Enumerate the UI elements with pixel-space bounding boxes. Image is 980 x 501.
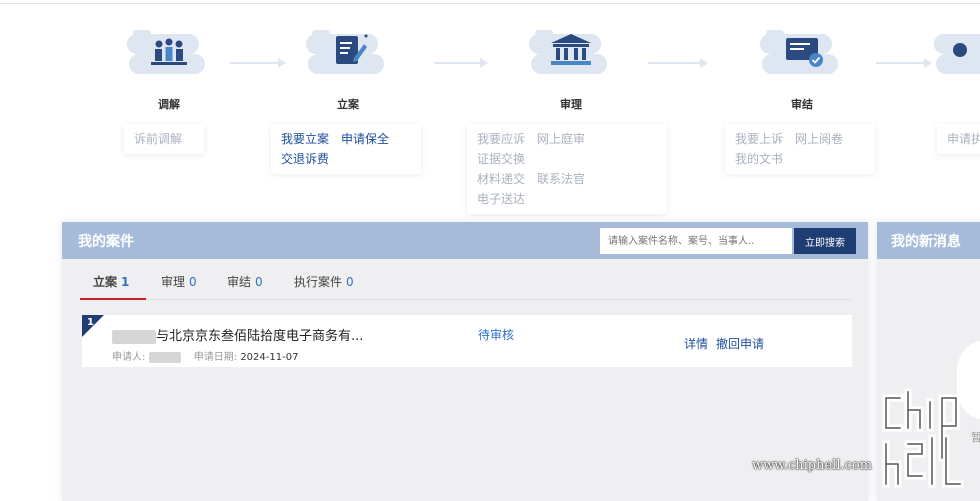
active-tab-indicator: [80, 298, 146, 300]
messages-title: 我的新消息: [891, 234, 961, 250]
step-mediation[interactable]: 调解: [114, 20, 224, 112]
step-label: 调解: [158, 98, 180, 111]
apply-preservation-link[interactable]: 申请保全: [341, 132, 389, 146]
contact-judge-link[interactable]: 联系法官: [537, 172, 585, 186]
case-index: 1: [87, 317, 94, 328]
evidence-exchange-link[interactable]: 证据交换: [477, 152, 525, 166]
case-detail-link[interactable]: 详情: [684, 337, 708, 351]
online-hearing-link[interactable]: 网上庭审: [537, 132, 585, 146]
appeal-link[interactable]: 我要上诉: [735, 132, 783, 146]
step-label: 审理: [560, 98, 582, 111]
submit-materials-link[interactable]: 材料递交: [477, 172, 525, 186]
withdraw-application-link[interactable]: 撤回申请: [716, 337, 764, 351]
filing-links: 我要立案 申请保全 交退诉费: [271, 124, 421, 174]
tab-closed[interactable]: 审结 0: [227, 273, 263, 290]
case-status: 待审核: [478, 328, 515, 342]
execution-links: 申请执: [937, 124, 980, 154]
messages-header: 我的新消息: [877, 222, 980, 259]
pre-suit-mediation-link[interactable]: 诉前调解: [134, 132, 182, 146]
execution-icon: [934, 34, 980, 74]
file-case-link[interactable]: 我要立案: [281, 132, 329, 146]
mediation-links: 诉前调解: [124, 124, 205, 154]
redacted-party: [112, 329, 156, 344]
case-meta: 申请人: 申请日期: 2024-11-07: [112, 351, 299, 363]
case-actions: 详情 撤回申请: [684, 335, 772, 352]
refund-fees-link[interactable]: 交退诉费: [281, 152, 329, 166]
respond-link[interactable]: 我要应诉: [477, 132, 525, 146]
watermark-url: www.chiphell.com: [752, 458, 873, 473]
step-closed[interactable]: 审结: [747, 20, 857, 112]
apply-execution-link[interactable]: 申请执: [947, 132, 980, 146]
case-title[interactable]: 与北京京东叁佰陆拾度电子商务有...: [112, 325, 363, 344]
my-cases-header: 我的案件 立即搜索: [62, 222, 868, 259]
tab-filing[interactable]: 立案 1: [93, 273, 129, 290]
redacted-applicant: [148, 351, 181, 363]
chiphell-watermark-logo: [882, 388, 964, 488]
search-button[interactable]: 立即搜索: [794, 228, 856, 254]
my-cases-title: 我的案件: [78, 234, 134, 250]
e-service-link[interactable]: 电子送达: [477, 192, 525, 206]
top-divider: [0, 3, 980, 4]
case-tabs: 立案 1 审理 0 审结 0 执行案件 0: [80, 259, 852, 300]
step-execution-partial[interactable]: [930, 20, 980, 90]
verdict-icon: [760, 30, 838, 74]
step-label: 立案: [337, 98, 359, 111]
case-row: 1 与北京京东叁佰陆拾度电子商务有... 申请人: 申请日期: 2024-11-…: [82, 315, 852, 367]
case-search-input[interactable]: [600, 228, 792, 254]
courthouse-icon: [529, 30, 607, 74]
step-label: 审结: [791, 98, 813, 111]
step-trial[interactable]: 审理: [516, 20, 626, 112]
my-cases-panel: 我的案件 立即搜索 立案1 审理0 审结0 执行案件0 1 与北京京东叁佰陆拾度…: [62, 222, 868, 501]
mediation-icon: [127, 30, 205, 74]
filing-icon: [306, 30, 384, 74]
closed-links: 我要上诉 网上阅卷 我的文书: [725, 124, 875, 174]
trial-links: 我要应诉 网上庭审证据交换 材料递交 联系法官电子送达: [467, 124, 667, 214]
tab-execution[interactable]: 执行案件 0: [294, 273, 354, 290]
my-documents-link[interactable]: 我的文书: [735, 152, 783, 166]
tab-trial[interactable]: 审理 0: [161, 273, 197, 290]
step-filing[interactable]: 立案: [293, 20, 403, 112]
online-file-review-link[interactable]: 网上阅卷: [795, 132, 843, 146]
